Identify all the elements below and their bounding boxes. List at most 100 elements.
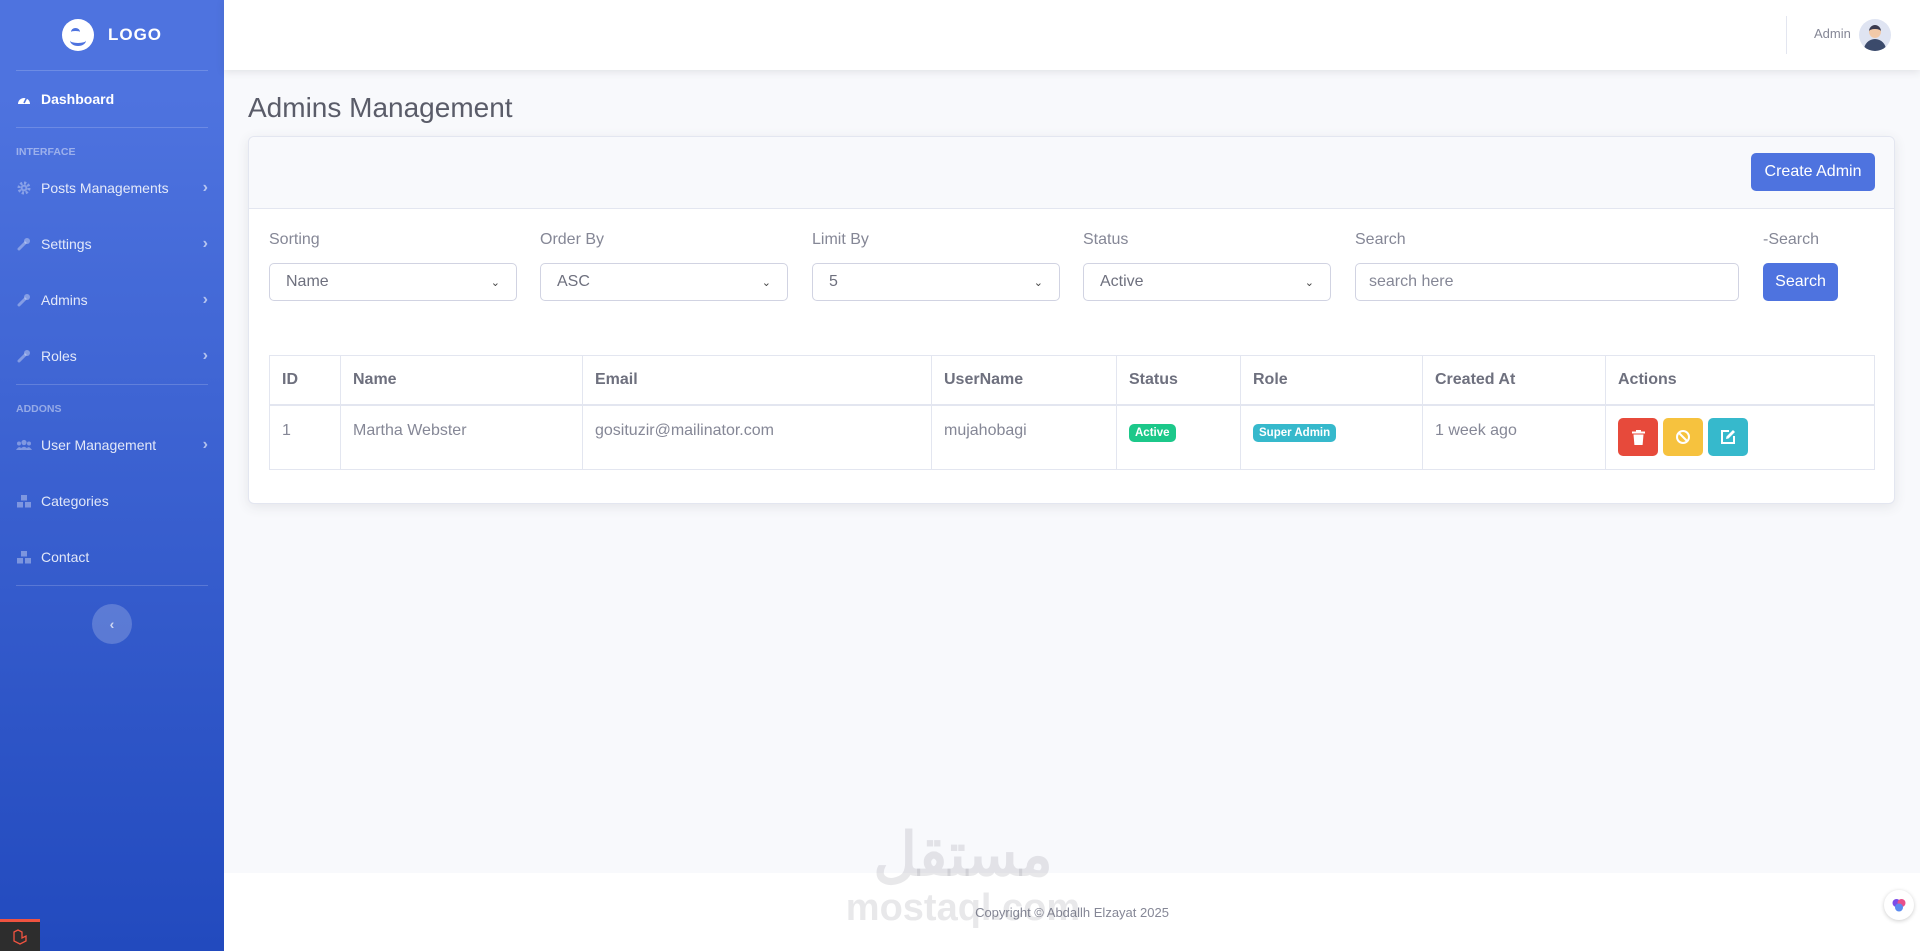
- topbar-divider: [1786, 16, 1787, 54]
- cell-name: Martha Webster: [341, 406, 583, 469]
- sidebar-item-label: Contact: [41, 549, 90, 565]
- topbar: Admin: [224, 0, 1920, 70]
- wrench-icon: [16, 236, 32, 252]
- filter-status: Status Active ⌄: [1083, 231, 1331, 301]
- select-value: Name: [286, 273, 329, 290]
- column-header[interactable]: Status: [1117, 356, 1241, 404]
- cell-id: 1: [270, 406, 341, 469]
- cell-status: Active: [1117, 406, 1241, 469]
- chevron-right-icon: ›: [202, 235, 208, 252]
- smile-logo-icon: [61, 19, 94, 51]
- search-placeholder: search here: [1369, 273, 1454, 290]
- users-icon: [16, 437, 32, 453]
- filter-search-action: -Search Search: [1763, 231, 1853, 301]
- sidebar-item-roles[interactable]: Roles ›: [0, 328, 224, 384]
- column-header[interactable]: Name: [341, 356, 583, 404]
- sidebar-item-categories[interactable]: Categories: [0, 473, 224, 529]
- sidebar-item-contact[interactable]: Contact: [0, 529, 224, 585]
- brand[interactable]: LOGO: [0, 0, 224, 70]
- status-badge: Active: [1129, 424, 1176, 442]
- admins-card: Create Admin Sorting Name ⌄ Order By ASC…: [248, 136, 1895, 504]
- chevron-right-icon: ›: [202, 291, 208, 308]
- sidebar-item-label: Admins: [41, 292, 88, 308]
- sidebar-item-label: Dashboard: [41, 91, 115, 107]
- page-title: Admins Management: [248, 92, 513, 123]
- cell-role: Super Admin: [1241, 406, 1423, 469]
- laravel-icon[interactable]: [0, 919, 40, 951]
- limit-by-select[interactable]: 5 ⌄: [812, 263, 1060, 301]
- filter-order-by: Order By ASC ⌄: [540, 231, 788, 301]
- avatar[interactable]: [1859, 19, 1891, 51]
- card-header: Create Admin: [249, 137, 1894, 209]
- chevron-right-icon: ›: [202, 179, 208, 196]
- block-button[interactable]: [1663, 418, 1703, 456]
- avatar-head: [1869, 25, 1881, 38]
- sidebar-item-user-management[interactable]: User Management ›: [0, 417, 224, 473]
- edit-icon: [1721, 430, 1735, 444]
- column-header: Actions: [1618, 371, 1677, 388]
- sidebar-item-label: Categories: [41, 493, 109, 509]
- wrench-icon: [16, 292, 32, 308]
- column-header[interactable]: Created At: [1423, 356, 1606, 404]
- column-header[interactable]: Role: [1241, 356, 1423, 404]
- chevron-left-icon: ‹: [109, 616, 115, 632]
- sidebar-item-label: Roles: [41, 348, 77, 364]
- filter-label: Status: [1083, 231, 1129, 248]
- chevron-right-icon: ›: [202, 436, 208, 453]
- cell-actions: [1606, 406, 1874, 469]
- table-row: 1 Martha Webster gosituzir@mailinator.co…: [270, 406, 1874, 469]
- sidebar-heading-interface: INTERFACE: [16, 146, 76, 158]
- sorting-select[interactable]: Name ⌄: [269, 263, 517, 301]
- select-value: 5: [829, 273, 838, 290]
- filter-sorting: Sorting Name ⌄: [269, 231, 517, 301]
- chevron-down-icon: ⌄: [1033, 276, 1043, 289]
- sidebar-heading-addons: ADDONS: [16, 403, 62, 415]
- role-badge: Super Admin: [1253, 424, 1337, 442]
- chevron-down-icon: ⌄: [490, 276, 500, 289]
- sidebar-toggle-button[interactable]: ‹: [92, 604, 132, 644]
- filter-label: Order By: [540, 231, 605, 248]
- ban-icon: [1676, 430, 1690, 444]
- sidebar: LOGO Dashboard INTERFACE Posts Managemen…: [0, 0, 224, 951]
- admins-table: ID Name Email UserName Status Role Creat…: [269, 355, 1875, 470]
- user-name[interactable]: Admin: [1814, 26, 1851, 41]
- filter-label: Limit By: [812, 231, 869, 248]
- chevron-down-icon: ⌄: [1304, 276, 1314, 289]
- search-input[interactable]: search here: [1355, 263, 1739, 301]
- avatar-body: [1864, 39, 1886, 51]
- cell-created-at: 1 week ago: [1423, 406, 1606, 469]
- status-select[interactable]: Active ⌄: [1083, 263, 1331, 301]
- sidebar-item-posts-managements[interactable]: Posts Managements ›: [0, 160, 224, 216]
- trash-icon: [1631, 429, 1645, 445]
- tachometer-icon: [16, 91, 32, 107]
- filter-label: -Search: [1763, 231, 1820, 248]
- filters-form: Sorting Name ⌄ Order By ASC ⌄ Limit By 5…: [269, 231, 1879, 301]
- select-value: ASC: [557, 273, 590, 290]
- brand-text: LOGO: [107, 25, 163, 44]
- filter-limit-by: Limit By 5 ⌄: [812, 231, 1060, 301]
- brain-icon[interactable]: [1884, 890, 1914, 920]
- table-header: ID Name Email UserName Status Role Creat…: [270, 356, 1874, 406]
- chevron-right-icon: ›: [202, 347, 208, 364]
- sidebar-item-dashboard[interactable]: Dashboard: [0, 71, 224, 127]
- sidebar-item-admins[interactable]: Admins ›: [0, 272, 224, 328]
- sidebar-item-settings[interactable]: Settings ›: [0, 216, 224, 272]
- column-header[interactable]: Email: [583, 356, 932, 404]
- cell-email: gosituzir@mailinator.com: [583, 406, 932, 469]
- cell-username: mujahobagi: [932, 406, 1117, 469]
- copyright-text: Copyright © Abdallh Elzayat 2025: [975, 905, 1169, 920]
- delete-button[interactable]: [1618, 418, 1658, 456]
- column-header[interactable]: UserName: [932, 356, 1117, 404]
- column-header[interactable]: ID: [270, 356, 341, 404]
- create-admin-button[interactable]: Create Admin: [1751, 153, 1875, 191]
- chevron-down-icon: ⌄: [761, 276, 771, 289]
- search-button[interactable]: Search: [1763, 263, 1838, 301]
- sidebar-divider: [16, 585, 208, 586]
- filter-search: Search search here: [1355, 231, 1739, 301]
- sidebar-item-label: Posts Managements: [41, 180, 169, 196]
- sidebar-item-label: Settings: [41, 236, 92, 252]
- sidebar-item-label: User Management: [41, 437, 157, 453]
- edit-button[interactable]: [1708, 418, 1748, 456]
- cubes-icon: [16, 549, 32, 565]
- order-by-select[interactable]: ASC ⌄: [540, 263, 788, 301]
